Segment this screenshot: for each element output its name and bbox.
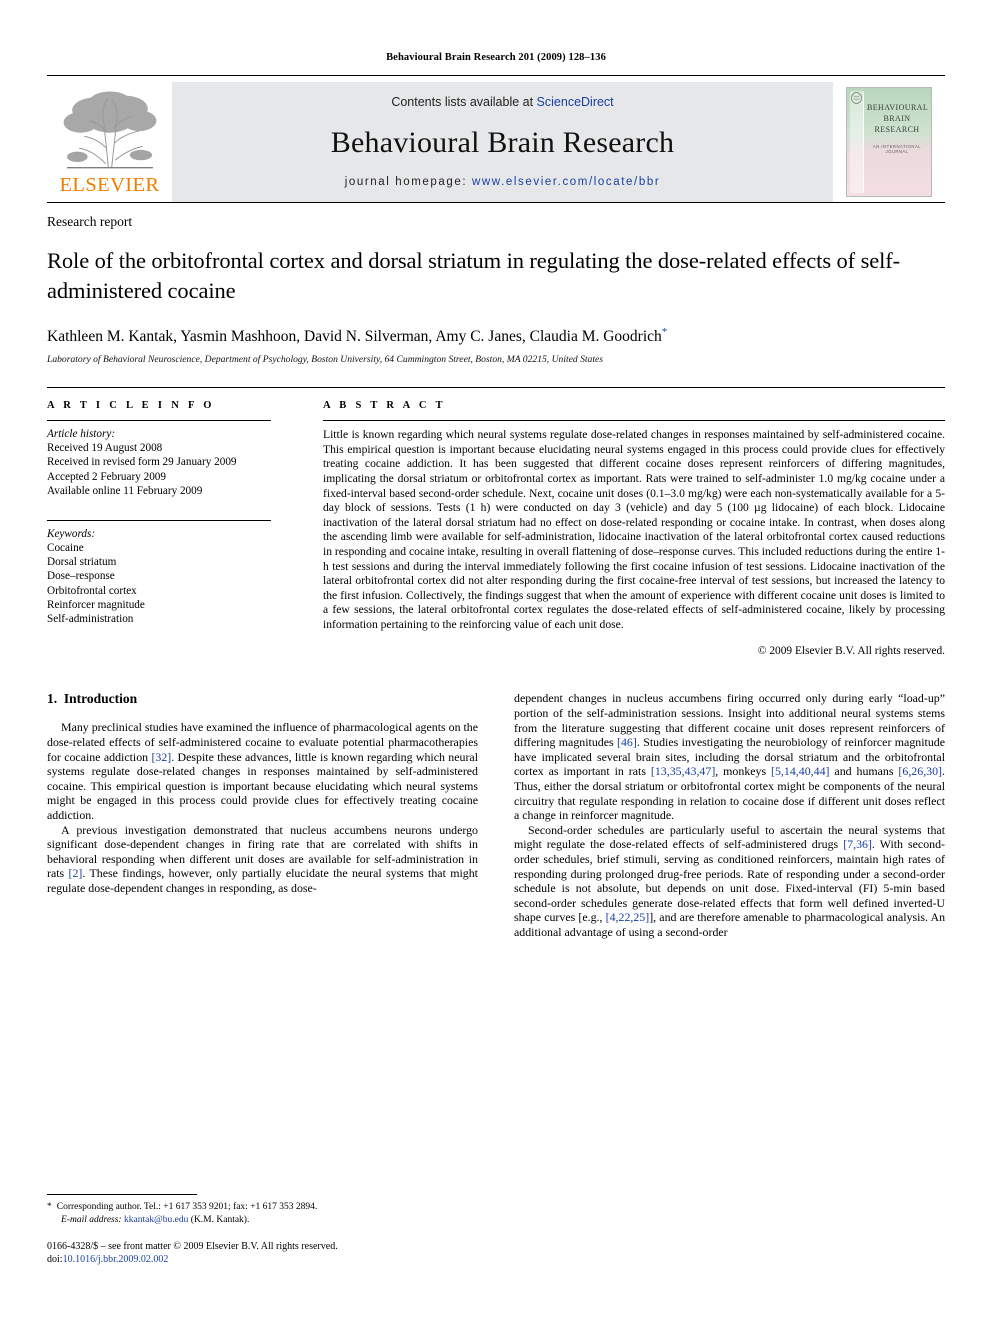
body-column-left: 1. Introduction Many preclinical studies… (47, 691, 478, 939)
cover-title-line2: BRAIN (883, 114, 911, 123)
page-title: Role of the orbitofrontal cortex and dor… (47, 248, 901, 303)
citation-link[interactable]: [4,22,25] (606, 910, 650, 924)
homepage-url[interactable]: www.elsevier.com/locate/bbr (472, 176, 660, 188)
cover-title: BEHAVIOURAL BRAIN RESEARCH (867, 102, 929, 135)
publisher-logo: ELSEVIER (47, 82, 172, 202)
elsevier-tree-icon (63, 91, 156, 169)
keyword-item: Reinforcer magnitude (47, 598, 145, 611)
sciencedirect-link[interactable]: ScienceDirect (537, 95, 614, 109)
doi-label: doi: (47, 1254, 63, 1265)
journal-cover: BEHAVIOURAL BRAIN RESEARCH AN INTERNATIO… (833, 82, 945, 202)
divider (47, 519, 271, 521)
journal-banner: Contents lists available at ScienceDirec… (172, 82, 833, 202)
author-list: Kathleen M. Kantak, Yasmin Mashhoon, Dav… (47, 326, 945, 346)
footnote-divider (47, 1194, 197, 1196)
journal-homepage-line: journal homepage: www.elsevier.com/locat… (345, 176, 661, 188)
article-body: 1. Introduction Many preclinical studies… (47, 691, 945, 939)
abstract-copyright: © 2009 Elsevier B.V. All rights reserved… (757, 645, 945, 658)
body-paragraph: Second-order schedules are particularly … (514, 822, 946, 939)
doi-link[interactable]: 10.1016/j.bbr.2009.02.002 (63, 1254, 169, 1265)
affiliation: Laboratory of Behavioral Neuroscience, D… (47, 354, 604, 366)
keyword-item: Dose–response (47, 570, 115, 583)
body-paragraph: dependent changes in nucleus accumbens f… (514, 691, 946, 823)
article-info-heading: A R T I C L E I N F O (47, 400, 215, 412)
keyword-item: Dorsal striatum (47, 556, 117, 569)
contents-line: Contents lists available at ScienceDirec… (391, 95, 613, 109)
citation-link[interactable]: [7,36] (843, 837, 872, 851)
info-abstract-section: A R T I C L E I N F O Article history: R… (47, 387, 945, 657)
abstract-column: A B S T R A C T Little is known regardin… (297, 400, 945, 657)
citation-link[interactable]: [2] (69, 866, 83, 880)
article-history-item: Received in revised form 29 January 2009 (47, 456, 237, 469)
article-history-item: Received 19 August 2008 (47, 442, 163, 455)
abstract-body: Little is known regarding which neural s… (323, 428, 945, 632)
running-head: Behavioural Brain Research 201 (2009) 12… (386, 52, 606, 63)
author-names: Kathleen M. Kantak, Yasmin Mashhoon, Dav… (47, 328, 662, 346)
abstract-heading: A B S T R A C T (323, 400, 446, 412)
email-link[interactable]: kkantak@bu.edu (124, 1215, 188, 1225)
article-type: Research report (47, 214, 133, 229)
imprint-line: 0166-4328/$ – see front matter © 2009 El… (47, 1241, 338, 1252)
corresponding-author-note: * Corresponding author. Tel.: +1 617 353 … (47, 1201, 467, 1226)
citation-link[interactable]: [13,35,43,47] (651, 764, 715, 778)
footnote-block: * Corresponding author. Tel.: +1 617 353 … (47, 1194, 467, 1266)
journal-article-page: Behavioural Brain Research 201 (2009) 12… (0, 0, 992, 1323)
body-paragraph: Many preclinical studies have examined t… (47, 720, 479, 823)
elsevier-wordmark: ELSEVIER (59, 174, 160, 197)
keyword-item: Cocaine (47, 541, 84, 554)
citation-link[interactable]: [32] (151, 750, 171, 764)
divider (47, 420, 271, 422)
homepage-label: journal homepage: (344, 176, 468, 188)
abstract-text: Little is known regarding which neural s… (323, 428, 945, 631)
imprint-block: 0166-4328/$ – see front matter © 2009 El… (47, 1240, 467, 1266)
doi-line: doi:10.1016/j.bbr.2009.02.002 (47, 1253, 467, 1266)
cover-spine (850, 91, 864, 193)
cover-subtitle: AN INTERNATIONAL JOURNAL (872, 144, 922, 154)
article-history-item: Available online 11 February 2009 (47, 484, 203, 497)
citation-link[interactable]: [6,26,30] (898, 764, 942, 778)
contents-prefix: Contents lists available at (391, 95, 537, 109)
article-history-label: Article history: (47, 428, 116, 441)
body-column-right: dependent changes in nucleus accumbens f… (514, 691, 945, 939)
cover-title-line1: BEHAVIOURAL (867, 103, 929, 112)
article-info-column: A R T I C L E I N F O Article history: R… (47, 400, 297, 657)
divider (323, 420, 945, 422)
journal-cover-thumbnail: BEHAVIOURAL BRAIN RESEARCH AN INTERNATIO… (846, 87, 932, 197)
journal-title: Behavioural Brain Research (330, 125, 675, 159)
citation-link[interactable]: [5,14,40,44] (771, 764, 829, 778)
corresponding-author-text: Corresponding author. Tel.: +1 617 353 9… (56, 1202, 318, 1213)
cover-title-line3: RESEARCH (874, 125, 920, 134)
keywords-label: Keywords: (47, 527, 96, 540)
section-heading: 1. Introduction (47, 691, 478, 707)
email-suffix: (K.M. Kantak). (190, 1214, 250, 1225)
email-label: E-mail address: (61, 1214, 122, 1225)
masthead: ELSEVIER Contents lists available at Sci… (47, 75, 945, 202)
section-title: Introduction (63, 691, 138, 707)
keyword-item: Orbitofrontal cortex (47, 584, 137, 597)
keywords-block: Keywords: Cocaine Dorsal striatum Dose–r… (47, 519, 271, 626)
elsevier-mark-icon (851, 92, 862, 104)
citation-link[interactable]: [46] (617, 735, 637, 749)
title-block: Research report Role of the orbitofronta… (47, 202, 945, 365)
body-paragraph: A previous investigation demonstrated th… (47, 822, 478, 895)
keyword-item: Self-administration (47, 612, 134, 625)
article-history-item: Accepted 2 February 2009 (47, 470, 166, 483)
corresponding-author-marker: * (661, 326, 668, 338)
section-number: 1. (47, 691, 58, 707)
footnote-marker: * (47, 1202, 52, 1213)
